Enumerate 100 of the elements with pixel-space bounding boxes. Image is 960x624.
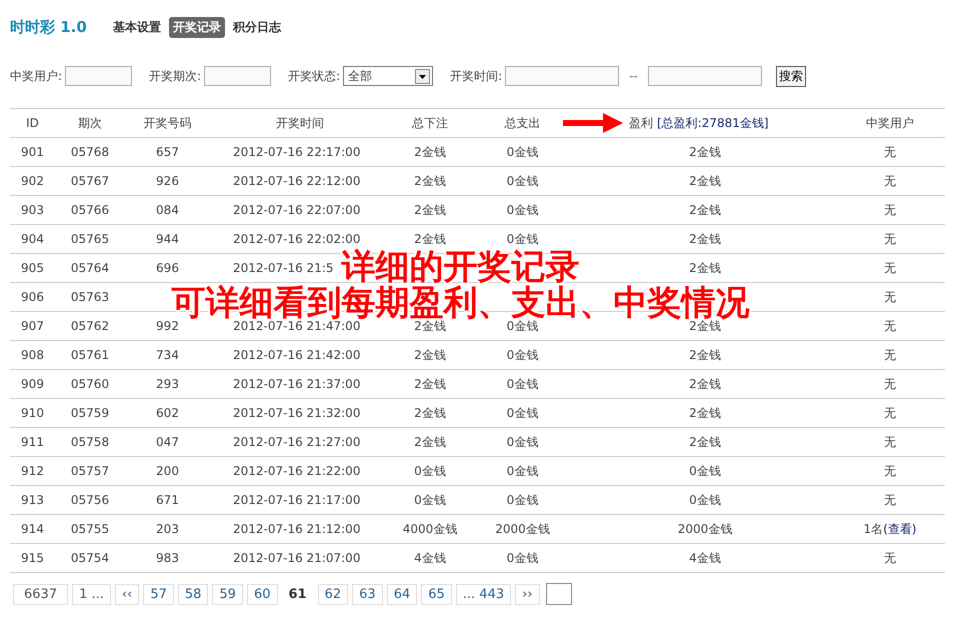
table-cell: 无 [884,144,896,160]
table-cell: 909 [21,377,44,391]
nav-tab[interactable]: 积分日志 [228,16,285,38]
table-cell: 2012-07-16 22:02:00 [233,232,360,246]
table-cell: 901 [21,145,44,159]
table-cell: 2金钱 [689,376,721,392]
table-cell: 2金钱 [689,260,721,276]
page-link[interactable]: ... 443 [456,584,512,604]
record-count: 6637 [13,584,68,604]
nav-tab[interactable]: 开奖记录 [168,16,225,38]
table-cell: 0金钱 [506,434,538,450]
table-cell: 2金钱 [689,172,721,190]
table-cell: 05763 [70,290,110,304]
table-cell: 0金钱 [506,462,538,480]
table-cell: 05755 [70,522,110,536]
table-cell: 2金钱 [689,346,721,364]
table-cell: 05765 [70,232,110,246]
table-cell: 0金钱 [689,492,721,508]
table-cell: 906 [21,290,44,304]
table-cell: 904 [21,232,44,246]
table-cell: 2金钱 [414,404,446,422]
filter-label: 开奖时间: [450,68,502,84]
table-cell: 0金钱 [506,404,538,422]
table-cell: 2012-07-16 21:47:00 [233,319,360,333]
table-cell: 无 [884,434,896,450]
table-cell: 2金钱 [689,144,721,160]
filter-label: 中奖用户: [10,68,62,84]
page-link[interactable]: 63 [352,584,383,604]
table-cell: 2金钱 [414,376,446,392]
table-cell: 2012-07-16 21:32:00 [233,406,360,420]
page-link[interactable]: 62 [318,584,348,604]
table-cell: 926 [156,174,179,188]
table-cell: 4000金钱 [402,520,458,538]
table-cell: 2012-07-16 21:17:00 [233,493,360,507]
input-field[interactable] [65,66,132,86]
page-link[interactable]: 57 [143,584,174,604]
column-header: 中奖用户 [866,114,914,132]
table-cell: 983 [156,551,179,565]
table-cell: 4金钱 [689,550,721,566]
table-cell: 0金钱 [506,144,538,160]
input-field[interactable] [204,66,272,86]
table-cell: 2012-07-16 21:22:00 [233,464,360,478]
table-cell: 2000金钱 [678,520,732,538]
table-cell: 2012-07-16 22:07:00 [233,203,360,217]
table-cell: 2012-07-16 21:12:00 [233,522,360,536]
table-cell: 2金钱 [414,230,446,248]
page-link[interactable]: ›› [515,584,540,604]
page-link[interactable]: 1 ... [72,584,111,604]
table-cell-text: 2金钱 [689,318,721,334]
table-cell-text: 2金钱 [414,318,446,334]
table-cell: 05766 [70,203,110,217]
table-cell: 4金钱 [414,550,446,566]
filter-label: 开奖状态: [288,68,340,84]
input-field[interactable] [505,66,620,86]
table-cell: 084 [156,203,179,217]
table-cell: 2012-07-16 22:17:00 [233,145,360,159]
table-cell: 0金钱 [506,550,538,566]
table-cell: 2金钱 [689,404,721,422]
table-cell: 0金钱 [506,346,538,364]
page-link[interactable]: 59 [212,584,243,604]
table-cell: 05767 [70,174,110,188]
table-cell: 203 [156,522,179,536]
input-field[interactable] [648,66,762,86]
search-button[interactable]: 搜索 [776,66,806,86]
table-cell: 2金钱 [689,202,721,218]
table-cell: 0金钱 [414,492,446,508]
table-cell: 200 [156,464,179,478]
nav-tab[interactable]: 基本设置 [108,16,165,38]
table-cell: 047 [156,435,179,449]
table-cell: 无 [884,550,896,566]
table-cell: 905 [21,261,44,275]
page-link[interactable]: 60 [246,584,278,604]
status-dropdown[interactable]: 全部 [343,66,434,86]
table-cell: 2012-07-16 21:5 [233,261,334,275]
table-cell: 0金钱 [506,202,538,218]
table-cell: 734 [156,348,179,362]
view-link[interactable]: (查看) [883,520,916,538]
table-cell: 2金钱 [414,434,446,450]
table-cell: 2000金钱 [495,520,550,538]
table-cell: 无 [884,202,896,218]
annotation-text: 详细的开奖记录 [342,249,580,285]
column-header: 盈利 [629,114,653,132]
table-cell: 2012-07-16 21:37:00 [233,377,360,391]
table-cell: 无 [884,376,896,392]
page-link[interactable]: 65 [421,584,452,604]
table-cell: 无 [884,260,896,276]
table-cell: 671 [156,493,179,507]
page-link[interactable]: 58 [178,584,208,604]
filter-label: 开奖期次: [149,68,202,84]
page-jump-field[interactable] [546,583,572,605]
table-cell: 0金钱 [506,172,538,190]
page-link[interactable]: ‹‹ [114,584,140,604]
table-cell: 无 [884,492,896,508]
table-cell: 903 [21,203,44,217]
table-cell: 0金钱 [689,462,721,480]
table-cell: 908 [21,348,44,362]
table-cell: 2金钱 [414,172,446,190]
page-link[interactable]: 64 [386,584,418,604]
table-cell: 无 [884,230,896,248]
table-cell: 无 [884,404,896,422]
